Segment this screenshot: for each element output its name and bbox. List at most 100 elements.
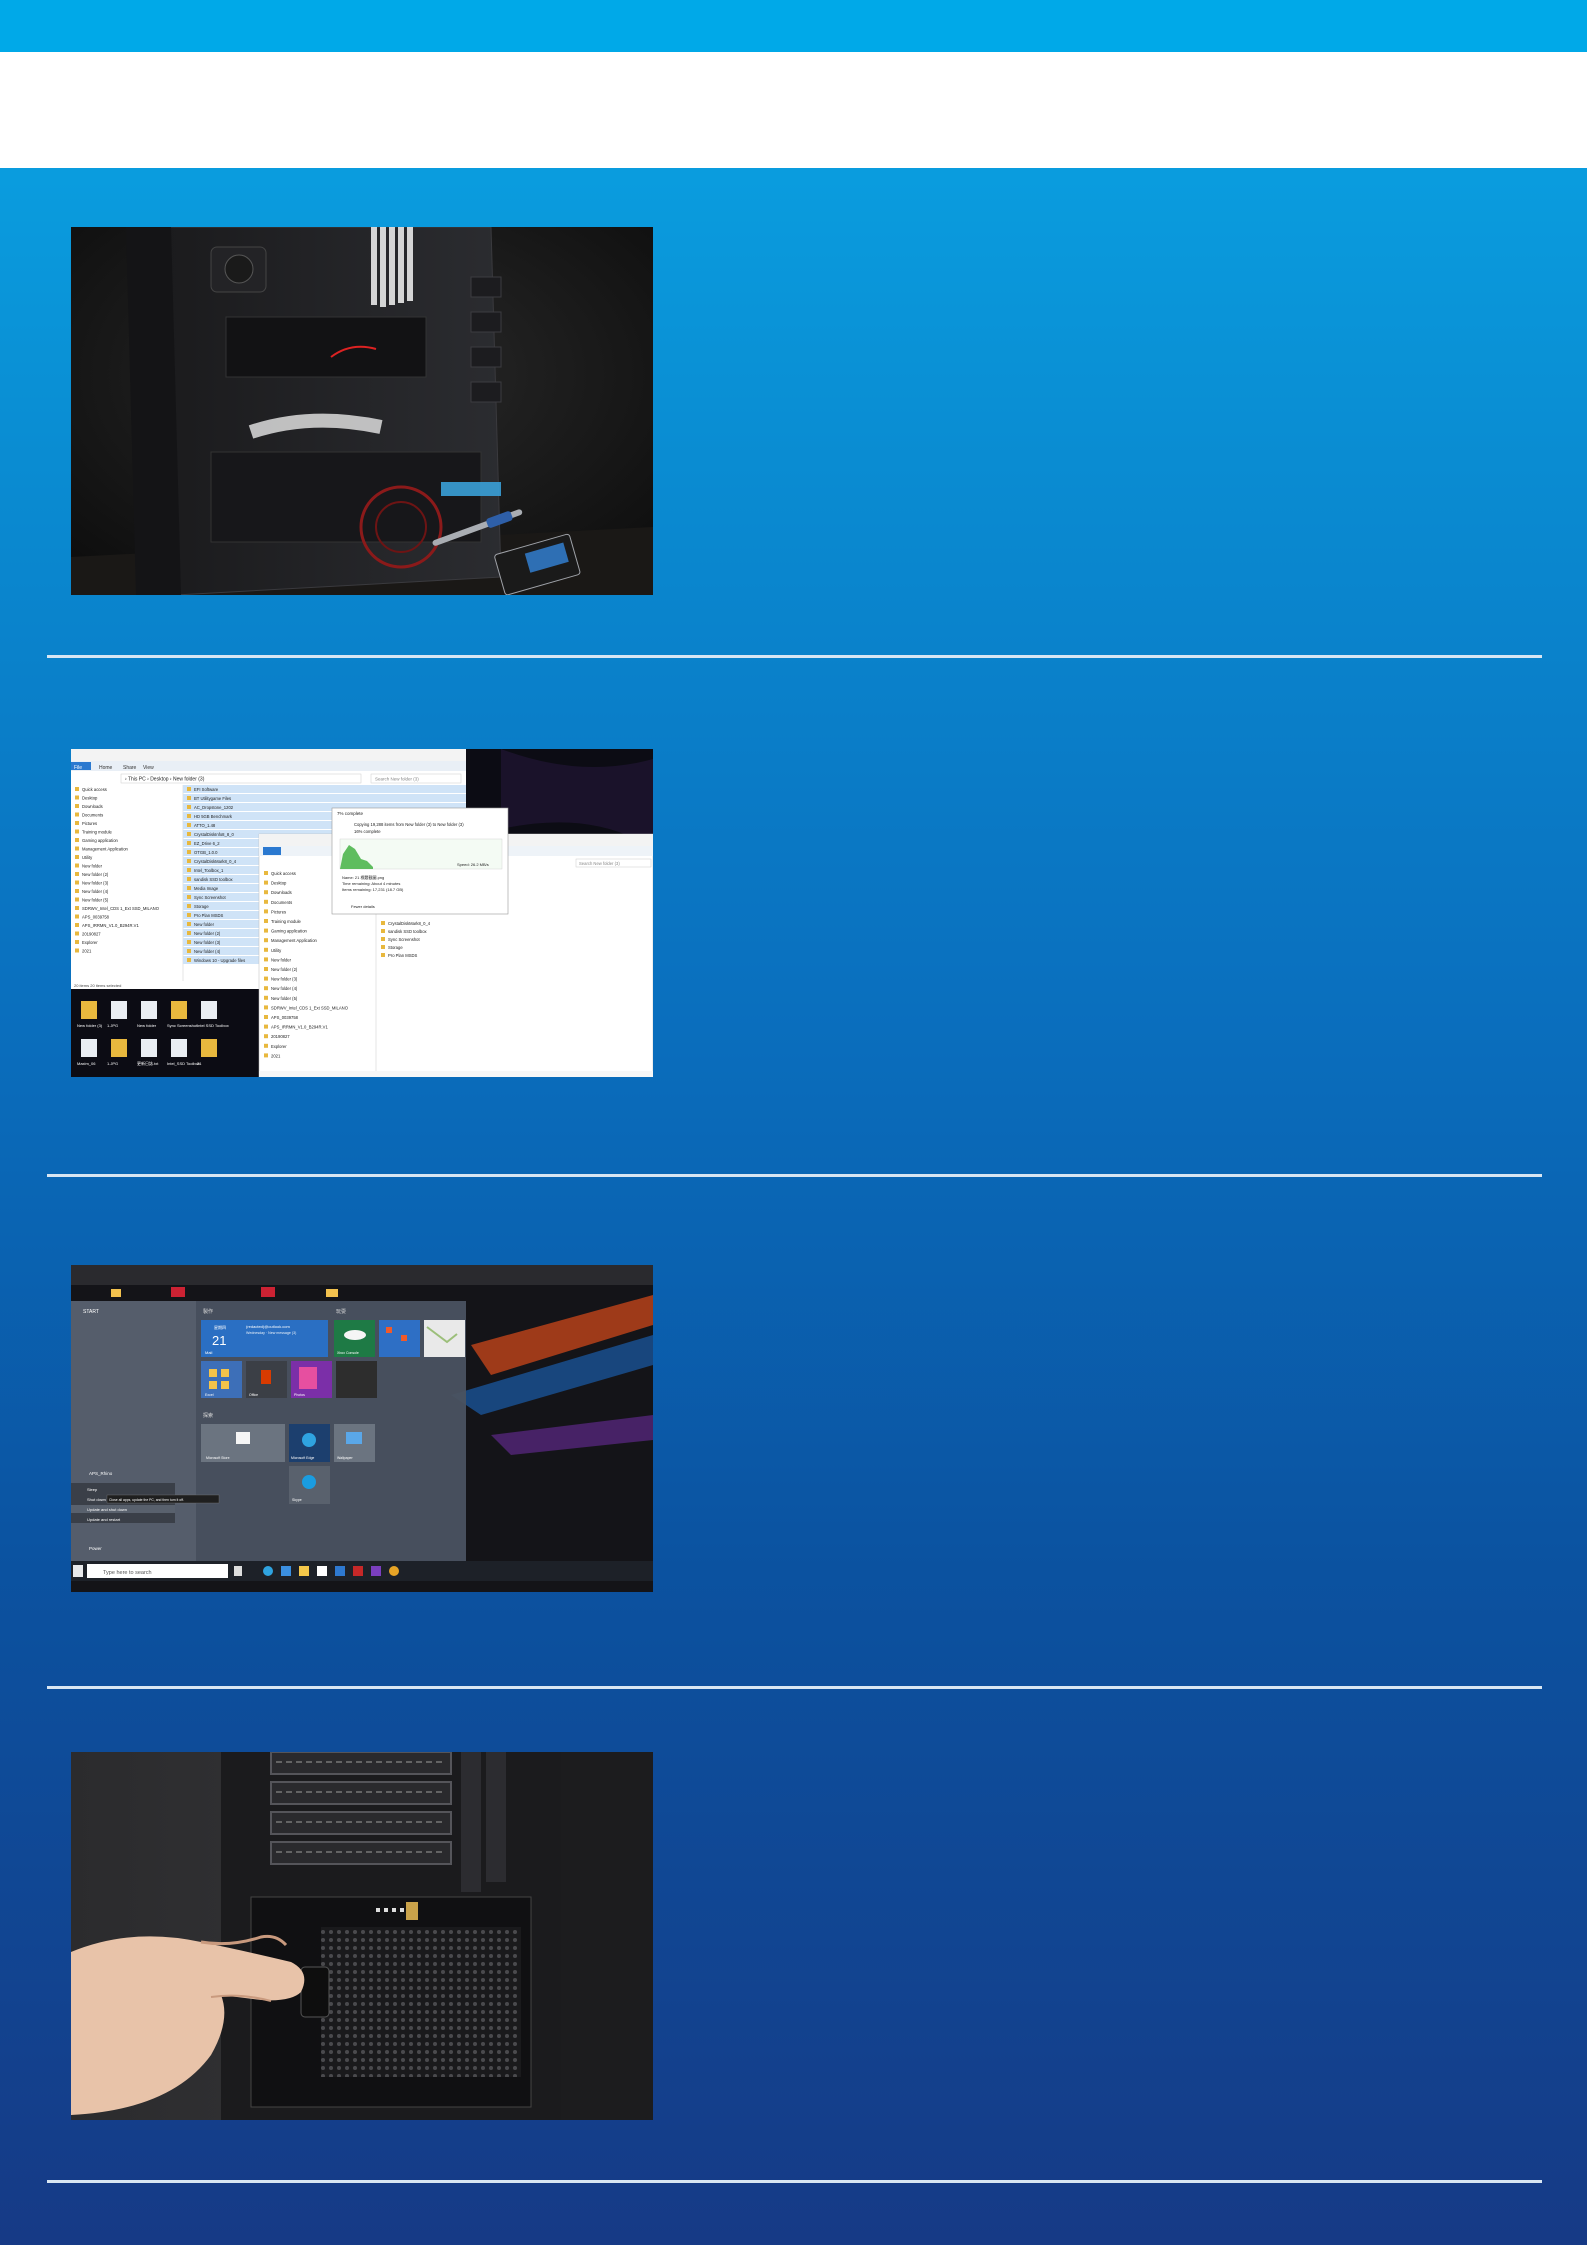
file-row[interactable]: AC_Dropstone_1202 (194, 805, 234, 810)
menu-home[interactable]: Home (99, 765, 113, 771)
nav-item[interactable]: APS_0039758 (82, 915, 110, 920)
search-box-front[interactable]: Search New folder (3) (579, 861, 620, 866)
tile-xbox[interactable]: Xbox Console (337, 1351, 359, 1355)
nav-item[interactable]: New folder (4) (82, 889, 109, 894)
windows-start-icon[interactable] (73, 1565, 83, 1577)
power-label[interactable]: Power (89, 1546, 102, 1551)
nav-item[interactable]: New folder (4) (271, 986, 298, 991)
nav-item[interactable]: New folder (5) (82, 898, 109, 903)
nav-item[interactable]: Desktop (82, 796, 98, 801)
nav-item[interactable]: 2021 (271, 1053, 281, 1058)
file-row[interactable]: ATTO_1.48 (194, 823, 216, 828)
menu-file[interactable]: File (74, 765, 82, 771)
desktop-icon-label[interactable]: Sync Screenshot (167, 1023, 198, 1028)
file-row[interactable]: Intel_Toolbox_1 (194, 868, 224, 873)
nav-item[interactable]: Explorer (82, 940, 98, 945)
tile-office[interactable]: Office (249, 1393, 258, 1397)
file-row[interactable]: sandisk SSD toolbox (194, 877, 234, 882)
tile-excel[interactable]: Excel (205, 1393, 214, 1397)
address-bar[interactable]: › This PC › Desktop › New folder (3) (125, 777, 205, 783)
tile-skype[interactable]: Skype (292, 1498, 302, 1502)
desktop-icon-label[interactable]: 1.JPG (107, 1061, 118, 1066)
nav-item[interactable]: APS_IRRMN_V1.0_B294R.V1 (82, 923, 139, 928)
file-row[interactable]: New folder (3) (194, 940, 221, 945)
nav-item[interactable]: Training module (271, 919, 302, 924)
search-box-back[interactable]: Search New folder (3) (375, 777, 419, 782)
nav-item[interactable]: New folder (82, 864, 103, 869)
nav-item[interactable]: Explorer (271, 1044, 287, 1049)
nav-item[interactable]: New folder (3) (271, 977, 298, 982)
file-row[interactable]: Sync Screenshot (194, 895, 226, 900)
fewer-details-button[interactable]: Fewer details (351, 904, 375, 909)
tile-edge[interactable]: Microsoft Edge (291, 1456, 314, 1460)
nav-item[interactable]: Desktop (271, 881, 287, 886)
nav-item[interactable]: APS_IRRMN_V1.0_B294R.V1 (271, 1025, 328, 1030)
file-row[interactable]: EFI Software (194, 787, 219, 792)
file-row[interactable]: CrystalDiskMark8_0_4 (388, 921, 431, 926)
file-row[interactable]: Storage (194, 904, 209, 909)
desktop-icon-label[interactable]: New folder (137, 1023, 157, 1028)
nav-item[interactable]: 20190827 (271, 1034, 290, 1039)
desktop-icon-label[interactable]: Intel_SSD Toolbox (167, 1061, 200, 1066)
file-row[interactable]: EZ_Drive 6_2 (194, 841, 220, 846)
file-row[interactable]: New folder (194, 922, 215, 927)
power-update-shutdown[interactable]: Update and shut down (87, 1507, 127, 1512)
nav-item[interactable]: Downloads (271, 890, 292, 895)
tile-wallpaper[interactable]: Wallpaper (337, 1456, 353, 1460)
nav-item[interactable]: Management Application (82, 847, 129, 852)
nav-item[interactable]: Pictures (271, 909, 286, 914)
nav-item[interactable]: Quick access (271, 871, 296, 876)
file-row[interactable]: CrystalDiskMark8_0_4 (194, 859, 237, 864)
menu-view[interactable]: View (143, 765, 154, 771)
nav-item[interactable]: Gaming application (271, 929, 308, 934)
power-shutdown[interactable]: Shut down (87, 1497, 106, 1502)
taskbar-search[interactable]: Type here to search (103, 1570, 152, 1576)
folder-icon (264, 928, 268, 933)
file-row[interactable]: Storage (388, 945, 403, 950)
power-user[interactable]: APS_Rhino (89, 1471, 113, 1476)
nav-item[interactable]: 20190827 (82, 932, 101, 937)
nav-item[interactable]: 2021 (82, 949, 92, 954)
desktop-icon-label[interactable]: Intel SSD Toolbox (197, 1023, 229, 1028)
file-row[interactable]: sandisk SSD toolbox (388, 929, 428, 934)
file-row[interactable]: BT Utilitygame Files (194, 796, 231, 801)
file-row[interactable]: Pro Plan MSDS (194, 913, 224, 918)
nav-item[interactable]: SDRWV_Intel_CDS 1_Ext SSD_MILANO (271, 1005, 349, 1010)
desktop-icon-label[interactable]: Maxim_06 (77, 1061, 96, 1066)
nav-item[interactable]: Downloads (82, 804, 103, 809)
nav-item[interactable]: Pictures (82, 821, 97, 826)
nav-item[interactable]: Utility (271, 948, 282, 953)
desktop-icon-label[interactable]: 更新日誌.txt (137, 1060, 159, 1066)
desktop-icon-label[interactable]: New folder (3) (77, 1023, 103, 1028)
file-row[interactable]: Sync Screenshot (388, 937, 420, 942)
desktop-icon-label[interactable]: 1.JPG (107, 1023, 118, 1028)
nav-item[interactable]: SDRWV_Intel_CDS 1_Ext SSD_MILANO (82, 906, 160, 911)
nav-item[interactable]: New folder (2) (82, 872, 109, 877)
nav-item[interactable]: New folder (2) (271, 967, 298, 972)
nav-item[interactable]: New folder (271, 957, 292, 962)
nav-item[interactable]: New folder (3) (82, 881, 109, 886)
nav-item[interactable]: Documents (82, 813, 103, 818)
file-row[interactable]: New folder (2) (194, 931, 221, 936)
nav-item[interactable]: New folder (5) (271, 996, 298, 1001)
file-row[interactable]: OTGB_1.0.0 (194, 850, 218, 855)
menu-share[interactable]: Share (123, 765, 137, 771)
file-row[interactable]: HD 5GB Benchmark (194, 814, 233, 819)
nav-item[interactable]: Documents (271, 900, 292, 905)
nav-item[interactable]: Training module (82, 830, 113, 835)
power-update-restart[interactable]: Update and restart (87, 1517, 121, 1522)
tile-photos[interactable]: Photos (294, 1393, 305, 1397)
nav-item[interactable]: Management Application (271, 938, 318, 943)
desktop-icon-label[interactable]: 21 (197, 1061, 202, 1066)
nav-item[interactable]: Quick access (82, 787, 107, 792)
file-row[interactable]: CrystalDiskInfo8_8_0 (194, 832, 234, 837)
file-row[interactable]: Windows 10 - Upgrade files (194, 958, 245, 963)
nav-item[interactable]: APS_0039758 (271, 1015, 299, 1020)
file-row[interactable]: Pro Plan MSDS (388, 953, 418, 958)
power-sleep[interactable]: Sleep (87, 1487, 98, 1492)
file-row[interactable]: New folder (4) (194, 949, 221, 954)
nav-item[interactable]: Gaming application (82, 838, 119, 843)
tile-store[interactable]: Microsoft Store (206, 1456, 230, 1460)
nav-item[interactable]: Utility (82, 855, 93, 860)
file-row[interactable]: Media Image (194, 886, 219, 891)
